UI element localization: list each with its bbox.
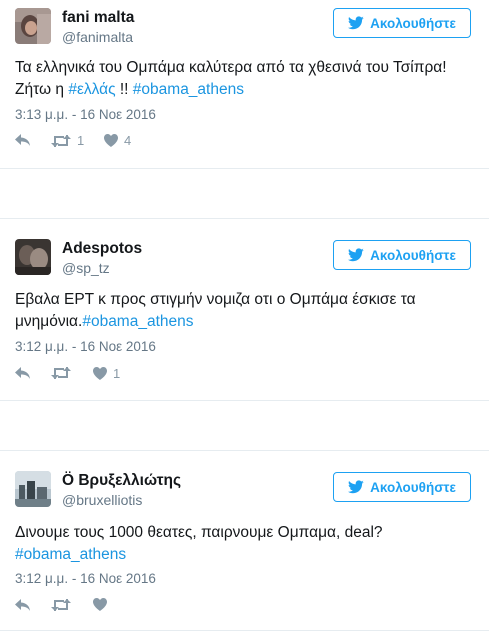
twitter-bird-icon — [348, 248, 364, 262]
tweet-divider — [0, 400, 489, 401]
tweet-text: Δινουμε τους 1000 θεατες, παιρνουμε Ομπα… — [15, 522, 475, 566]
tweet-text-segment: !! — [115, 81, 133, 98]
follow-button[interactable]: Ακολουθήστε — [333, 8, 471, 38]
tweet-timestamp[interactable]: 3:12 μ.μ. - 16 Νοε 2016 — [15, 339, 156, 354]
retweet-icon — [51, 134, 71, 148]
tweet-timestamp[interactable]: 3:12 μ.μ. - 16 Νοε 2016 — [15, 571, 156, 586]
reply-button[interactable] — [15, 133, 31, 147]
retweet-icon — [51, 366, 71, 380]
like-button[interactable]: 4 — [104, 133, 131, 148]
tweet-card: Adespotos @sp_tz Ακολουθήστε Εβαλα ΕΡΤ κ… — [0, 219, 489, 400]
follow-button[interactable]: Ακολουθήστε — [333, 472, 471, 502]
reply-button[interactable] — [15, 598, 31, 612]
tweet-divider — [0, 630, 489, 631]
tweet-divider — [0, 168, 489, 169]
user-handle[interactable]: @fanimalta — [62, 29, 133, 45]
like-button[interactable] — [93, 598, 113, 611]
display-name[interactable]: fani malta — [62, 9, 134, 27]
user-handle[interactable]: @sp_tz — [62, 260, 110, 276]
reply-icon — [15, 366, 31, 380]
follow-button-label: Ακολουθήστε — [370, 479, 456, 495]
heart-icon — [93, 598, 107, 611]
follow-button-label: Ακολουθήστε — [370, 247, 456, 263]
tweet-text-segment: Δινουμε τους 1000 θεατες, παιρνουμε Ομπα… — [15, 524, 383, 541]
like-count: 4 — [124, 133, 132, 148]
hashtag-link[interactable]: #ελλάς — [68, 81, 115, 98]
display-name[interactable]: Ö Βρυξελλιώτης — [62, 472, 181, 490]
reply-icon — [15, 133, 31, 147]
avatar[interactable] — [15, 239, 51, 275]
hashtag-link[interactable]: #obama_athens — [15, 546, 126, 563]
twitter-bird-icon — [348, 16, 364, 30]
heart-icon — [93, 367, 107, 380]
follow-button-label: Ακολουθήστε — [370, 15, 456, 31]
user-handle[interactable]: @bruxelliotis — [62, 492, 142, 508]
tweet-card: Ö Βρυξελλιώτης @bruxelliotis Ακολουθήστε… — [0, 451, 489, 633]
retweet-count: 1 — [77, 133, 85, 148]
like-button[interactable]: 1 — [93, 366, 120, 381]
twitter-bird-icon — [348, 480, 364, 494]
reply-button[interactable] — [15, 366, 31, 380]
retweet-icon — [51, 598, 71, 612]
tweet-timestamp[interactable]: 3:13 μ.μ. - 16 Νοε 2016 — [15, 107, 156, 122]
avatar[interactable] — [15, 8, 51, 44]
retweet-button[interactable] — [51, 366, 77, 380]
tweet-text: Τα ελληνικά του Ομπάμα καλύτερα από τα χ… — [15, 57, 475, 101]
tweet-text: Εβαλα ΕΡΤ κ προς στιγμήν νομιζα οτι ο Ομ… — [15, 289, 475, 333]
tweet-text-segment: Εβαλα ΕΡΤ κ προς στιγμήν νομιζα οτι ο Ομ… — [15, 291, 416, 330]
hashtag-link[interactable]: #obama_athens — [82, 313, 193, 330]
avatar[interactable] — [15, 471, 51, 507]
hashtag-link[interactable]: #obama_athens — [133, 81, 244, 98]
reply-icon — [15, 598, 31, 612]
tweet-card: fani malta @fanimalta Ακολουθήστε Τα ελλ… — [0, 0, 489, 168]
like-count: 1 — [113, 366, 121, 381]
follow-button[interactable]: Ακολουθήστε — [333, 240, 471, 270]
retweet-button[interactable]: 1 — [51, 133, 84, 148]
heart-icon — [104, 134, 118, 147]
retweet-button[interactable] — [51, 598, 77, 612]
display-name[interactable]: Adespotos — [62, 240, 142, 258]
